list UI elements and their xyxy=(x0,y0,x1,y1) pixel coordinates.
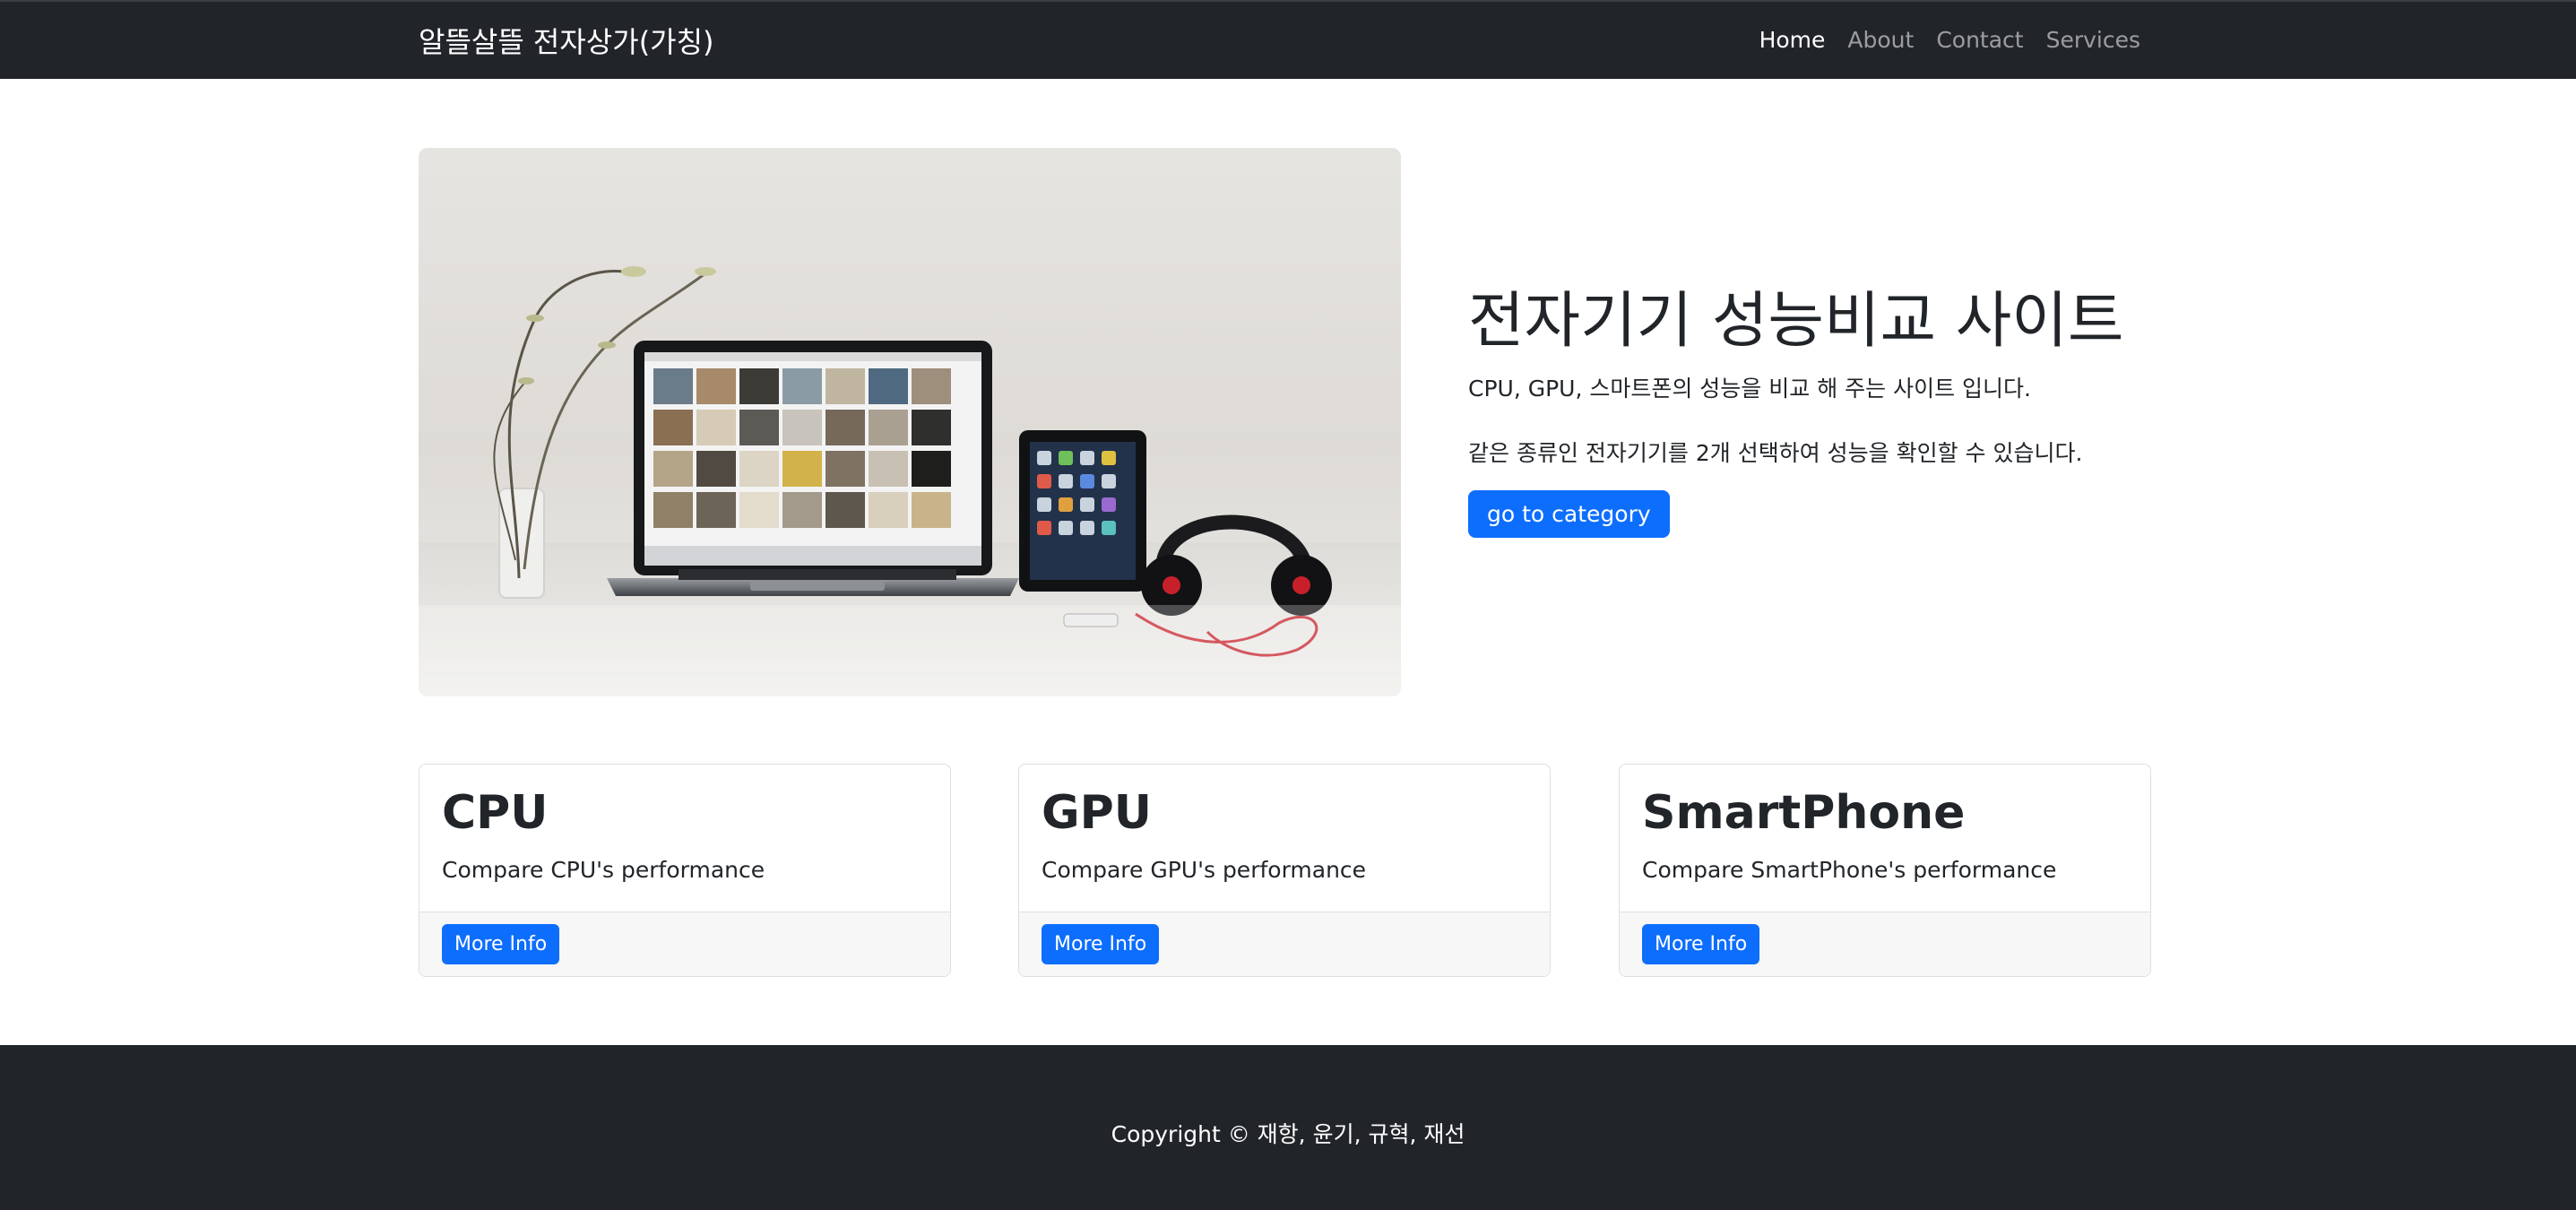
hero-description-2: 같은 종류인 전자기기를 2개 선택하여 성능을 확인할 수 있습니다. xyxy=(1468,439,2083,466)
nav-item-services[interactable]: Services xyxy=(2046,27,2140,53)
navbar: 알뜰살뜰 전자상가(가칭) Home About Contact Service… xyxy=(0,0,2576,79)
nav-item-home[interactable]: Home xyxy=(1759,27,1826,53)
hero-description-1: CPU, GPU, 스마트폰의 성능을 비교 해 주는 사이트 입니다. xyxy=(1468,375,2031,402)
card-text: Compare SmartPhone's performance xyxy=(1642,857,2057,884)
navbar-brand[interactable]: 알뜰살뜰 전자상가(가칭) xyxy=(419,20,714,61)
laptop xyxy=(607,341,1019,596)
hero-image xyxy=(419,148,1401,696)
footer-copyright: Copyright © 재항, 윤기, 규혁, 재선 xyxy=(1111,1121,1465,1147)
go-to-category-button[interactable]: go to category xyxy=(1468,489,1670,538)
card-body: GPU Compare GPU's performance xyxy=(1019,765,1550,912)
gpu-more-info-button[interactable]: More Info xyxy=(1042,924,1160,964)
card-footer: More Info xyxy=(1019,912,1550,976)
cpu-more-info-button[interactable]: More Info xyxy=(442,924,560,964)
card-title: SmartPhone xyxy=(1642,786,1966,840)
card-gpu: GPU Compare GPU's performance More Info xyxy=(1018,764,1551,977)
card-text: Compare CPU's performance xyxy=(442,857,765,884)
card-text: Compare GPU's performance xyxy=(1042,857,1367,884)
hero-text: 전자기기 성능비교 사이트 CPU, GPU, 스마트폰의 성능을 비교 해 주… xyxy=(1468,285,2185,538)
card-smartphone: SmartPhone Compare SmartPhone's performa… xyxy=(1619,764,2151,977)
card-body: CPU Compare CPU's performance xyxy=(419,765,950,912)
hero-title: 전자기기 성능비교 사이트 xyxy=(1468,286,2124,357)
card-footer: More Info xyxy=(1620,912,2150,976)
nav-item-contact[interactable]: Contact xyxy=(1936,27,2023,53)
footer: Copyright © 재항, 윤기, 규혁, 재선 xyxy=(0,1045,2576,1210)
card-title: CPU xyxy=(442,786,549,840)
tablet xyxy=(1019,430,1146,592)
card-footer: More Info xyxy=(419,912,950,976)
card-body: SmartPhone Compare SmartPhone's performa… xyxy=(1620,765,2150,912)
card-title: GPU xyxy=(1042,786,1153,840)
nav-item-about[interactable]: About xyxy=(1847,27,1914,53)
nav-menu: Home About Contact Services xyxy=(1759,27,2140,53)
card-cpu: CPU Compare CPU's performance More Info xyxy=(419,764,951,977)
smartphone-more-info-button[interactable]: More Info xyxy=(1642,924,1760,964)
